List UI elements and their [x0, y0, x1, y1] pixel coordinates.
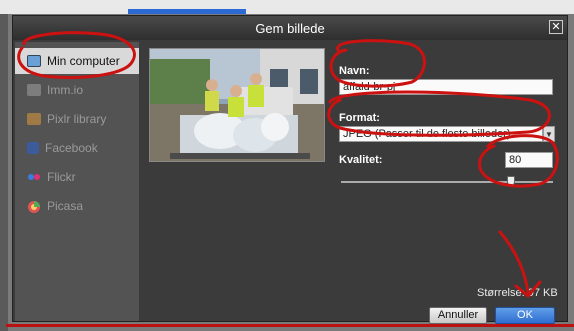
sidebar-item-facebook[interactable]: Facebook — [15, 135, 139, 161]
sidebar-item-label: Picasa — [47, 199, 84, 213]
sidebar-item-flickr[interactable]: Flickr — [15, 164, 139, 190]
quality-label: Kvalitet: — [339, 154, 383, 166]
flickr-icon — [27, 171, 41, 183]
cancel-button[interactable]: Annuller — [429, 307, 487, 324]
close-button[interactable]: ✕ — [549, 20, 563, 34]
background-red-annotation — [0, 8, 100, 118]
format-select[interactable]: JPEG (Passer til de fleste billeder) — [339, 126, 543, 142]
sidebar-item-picasa[interactable]: Picasa — [15, 193, 139, 219]
image-preview — [149, 48, 325, 162]
save-settings-panel: Navn: Format: JPEG (Passer til de fleste… — [139, 42, 567, 324]
name-label: Navn: — [339, 65, 370, 77]
sidebar-item-label: Flickr — [47, 170, 76, 184]
ok-button[interactable]: OK — [495, 307, 555, 324]
chevron-down-icon[interactable]: ▼ — [543, 126, 555, 142]
quality-slider-thumb[interactable] — [506, 176, 515, 186]
format-label: Format: — [339, 112, 380, 124]
background-tab-highlight — [128, 9, 246, 14]
picasa-icon — [27, 200, 41, 213]
quality-slider-track[interactable] — [341, 181, 553, 183]
filename-input[interactable] — [339, 79, 553, 95]
sidebar-item-label: Facebook — [45, 141, 98, 155]
quality-input[interactable] — [505, 152, 553, 168]
background-red-edge — [6, 324, 574, 327]
file-size-text: Størrelse: 97 KB — [477, 287, 558, 299]
facebook-icon — [27, 142, 39, 154]
